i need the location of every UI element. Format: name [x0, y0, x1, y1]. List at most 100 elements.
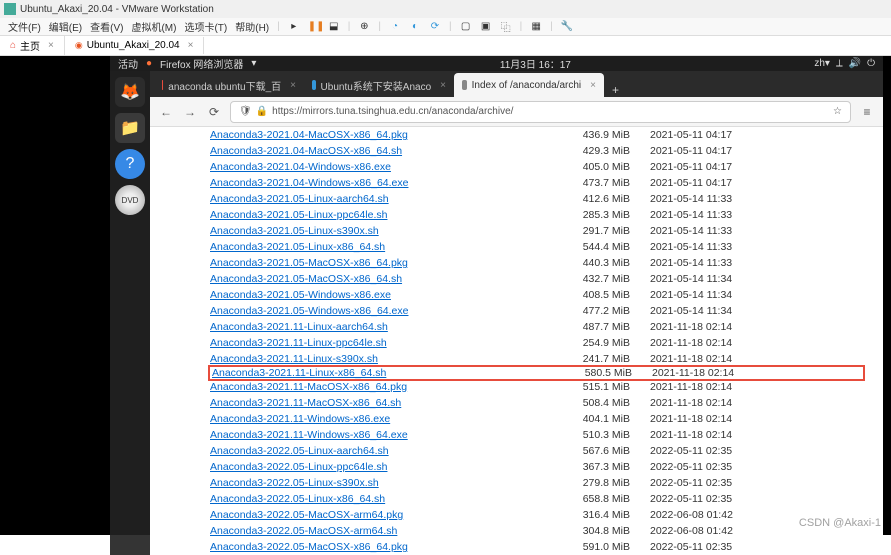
- file-row: Anaconda3-2021.04-MacOSX-x86_64.sh429.3 …: [210, 143, 863, 159]
- file-link[interactable]: Anaconda3-2022.05-MacOSX-arm64.sh: [210, 525, 520, 537]
- file-link[interactable]: Anaconda3-2021.05-MacOSX-x86_64.pkg: [210, 257, 520, 269]
- file-size: 429.3 MiB: [520, 145, 650, 157]
- file-row: Anaconda3-2022.05-Linux-x86_64.sh658.8 M…: [210, 491, 863, 507]
- dock-dvd[interactable]: DVD: [115, 185, 145, 215]
- file-link[interactable]: Anaconda3-2021.11-Linux-aarch64.sh: [210, 321, 520, 333]
- active-app[interactable]: Firefox 网络浏览器: [160, 56, 243, 71]
- file-link[interactable]: Anaconda3-2021.11-Windows-x86.exe: [210, 413, 520, 425]
- vmware-tab-ubuntu[interactable]: ◉ Ubuntu_Akaxi_20.04 ×: [65, 37, 205, 54]
- file-date: 2021-05-14 11:33: [650, 257, 780, 269]
- datetime[interactable]: 11月3日 16：17: [256, 56, 814, 71]
- file-link[interactable]: Anaconda3-2021.04-MacOSX-x86_64.pkg: [210, 129, 520, 141]
- reload-button[interactable]: ⟳: [206, 105, 222, 119]
- file-row: Anaconda3-2021.05-Linux-aarch64.sh412.6 …: [210, 191, 863, 207]
- ubuntu-desktop: 活动 ● Firefox 网络浏览器 ▾ 11月3日 16：17 zh▾ ⟂ 🔊…: [110, 56, 883, 535]
- file-link[interactable]: Anaconda3-2021.04-Windows-x86_64.exe: [210, 177, 520, 189]
- file-row: Anaconda3-2021.11-Windows-x86_64.exe510.…: [210, 427, 863, 443]
- file-link[interactable]: Anaconda3-2022.05-MacOSX-x86_64.pkg: [210, 541, 520, 553]
- file-link[interactable]: Anaconda3-2021.11-MacOSX-x86_64.sh: [210, 397, 520, 409]
- activities-button[interactable]: 活动: [118, 56, 138, 71]
- file-link[interactable]: Anaconda3-2021.05-Linux-x86_64.sh: [210, 241, 520, 253]
- grid-icon[interactable]: ▦: [530, 21, 542, 32]
- volume-icon[interactable]: 🔊: [849, 58, 861, 69]
- file-size: 316.4 MiB: [520, 509, 650, 521]
- file-link[interactable]: Anaconda3-2021.05-MacOSX-x86_64.sh: [210, 273, 520, 285]
- file-link[interactable]: Anaconda3-2021.11-Linux-x86_64.sh: [212, 367, 522, 379]
- file-row: Anaconda3-2021.11-MacOSX-x86_64.pkg515.1…: [210, 379, 863, 395]
- lock-icon: 🔒: [256, 106, 268, 117]
- dock-files[interactable]: 📁: [115, 113, 145, 143]
- file-link[interactable]: Anaconda3-2021.11-Windows-x86_64.exe: [210, 429, 520, 441]
- file-size: 580.5 MiB: [522, 367, 652, 379]
- tool3-icon[interactable]: ⟳: [429, 21, 441, 32]
- file-date: 2021-11-18 02:14: [650, 429, 780, 441]
- file-size: 405.0 MiB: [520, 161, 650, 173]
- close-icon[interactable]: ×: [590, 80, 596, 91]
- back-button[interactable]: ←: [158, 105, 174, 119]
- file-link[interactable]: Anaconda3-2022.05-Linux-s390x.sh: [210, 477, 520, 489]
- file-size: 591.0 MiB: [520, 541, 650, 553]
- new-tab-button[interactable]: +: [604, 83, 627, 97]
- close-icon[interactable]: ×: [188, 40, 194, 51]
- file-link[interactable]: Anaconda3-2021.05-Linux-s390x.sh: [210, 225, 520, 237]
- close-icon[interactable]: ×: [440, 80, 446, 91]
- browser-toolbar: ← → ⟳ 🛡 🔒 https://mirrors.tuna.tsinghua.…: [150, 97, 883, 127]
- browser-tab-0[interactable]: anaconda ubuntu下载_百 ×: [154, 73, 304, 97]
- menu-help[interactable]: 帮助(H): [235, 19, 269, 34]
- file-link[interactable]: Anaconda3-2021.05-Linux-ppc64le.sh: [210, 209, 520, 221]
- screen3-icon[interactable]: ⿻: [500, 19, 512, 34]
- file-link[interactable]: Anaconda3-2022.05-Linux-x86_64.sh: [210, 493, 520, 505]
- vmware-tab-home[interactable]: ⌂ 主页 ×: [0, 35, 65, 56]
- tool2-icon[interactable]: ◐: [409, 21, 421, 32]
- favicon: [162, 80, 163, 90]
- close-icon[interactable]: ×: [48, 40, 54, 51]
- menu-tabs[interactable]: 选项卡(T): [184, 19, 227, 34]
- tool1-icon[interactable]: ◔: [389, 21, 401, 32]
- file-link[interactable]: Anaconda3-2021.04-MacOSX-x86_64.sh: [210, 145, 520, 157]
- file-link[interactable]: Anaconda3-2022.05-Linux-ppc64le.sh: [210, 461, 520, 473]
- browser-tab-2[interactable]: Index of /anaconda/archi ×: [454, 73, 604, 97]
- dock-firefox[interactable]: 🦊: [115, 77, 145, 107]
- browser-tab-1[interactable]: Ubuntu系统下安装Anaco ×: [304, 73, 454, 97]
- file-link[interactable]: Anaconda3-2021.11-Linux-s390x.sh: [210, 353, 520, 365]
- file-link[interactable]: Anaconda3-2021.05-Windows-x86.exe: [210, 289, 520, 301]
- file-size: 285.3 MiB: [520, 209, 650, 221]
- file-link[interactable]: Anaconda3-2022.05-Linux-aarch64.sh: [210, 445, 520, 457]
- screen2-icon[interactable]: ▣: [480, 21, 492, 32]
- play-icon[interactable]: ▸: [288, 21, 300, 32]
- forward-button[interactable]: →: [182, 105, 198, 119]
- wrench-icon[interactable]: 🔧: [561, 21, 573, 32]
- menu-vm[interactable]: 虚拟机(M): [131, 19, 176, 34]
- firefox-window: anaconda ubuntu下载_百 × Ubuntu系统下安装Anaco ×…: [150, 71, 883, 555]
- file-link[interactable]: Anaconda3-2021.04-Windows-x86.exe: [210, 161, 520, 173]
- vm-content: 活动 ● Firefox 网络浏览器 ▾ 11月3日 16：17 zh▾ ⟂ 🔊…: [0, 56, 891, 535]
- file-link[interactable]: Anaconda3-2021.11-MacOSX-x86_64.pkg: [210, 381, 520, 393]
- pause-icon[interactable]: ❚❚: [308, 21, 320, 32]
- dock-help[interactable]: ?: [115, 149, 145, 179]
- menu-button[interactable]: ≡: [859, 105, 875, 119]
- file-link[interactable]: Anaconda3-2021.11-Linux-ppc64le.sh: [210, 337, 520, 349]
- file-link[interactable]: Anaconda3-2021.05-Linux-aarch64.sh: [210, 193, 520, 205]
- network-icon[interactable]: ⟂: [836, 58, 843, 69]
- power-icon[interactable]: ⏻: [867, 58, 875, 69]
- menu-view[interactable]: 查看(V): [90, 19, 123, 34]
- close-icon[interactable]: ×: [290, 80, 296, 91]
- file-row: Anaconda3-2022.05-MacOSX-x86_64.pkg591.0…: [210, 539, 863, 555]
- file-link[interactable]: Anaconda3-2022.05-MacOSX-arm64.pkg: [210, 509, 520, 521]
- bookmark-star-icon[interactable]: ☆: [833, 106, 842, 117]
- screen1-icon[interactable]: ▢: [460, 21, 472, 32]
- menu-edit[interactable]: 编辑(E): [49, 19, 82, 34]
- url-text: https://mirrors.tuna.tsinghua.edu.cn/ana…: [272, 106, 513, 117]
- file-date: 2021-11-18 02:14: [650, 397, 780, 409]
- dock-icon[interactable]: ⬓: [328, 21, 340, 32]
- favicon: [312, 80, 316, 90]
- file-date: 2021-05-11 04:17: [650, 161, 780, 173]
- file-date: 2022-05-11 02:35: [650, 477, 780, 489]
- file-link[interactable]: Anaconda3-2021.05-Windows-x86_64.exe: [210, 305, 520, 317]
- file-row: Anaconda3-2022.05-Linux-ppc64le.sh367.3 …: [210, 459, 863, 475]
- snapshot-icon[interactable]: ⊕: [358, 21, 370, 32]
- lang-icon[interactable]: zh▾: [814, 58, 830, 69]
- url-input[interactable]: 🛡 🔒 https://mirrors.tuna.tsinghua.edu.cn…: [230, 101, 851, 123]
- file-row: Anaconda3-2022.05-Linux-s390x.sh279.8 Mi…: [210, 475, 863, 491]
- menu-file[interactable]: 文件(F): [8, 19, 41, 34]
